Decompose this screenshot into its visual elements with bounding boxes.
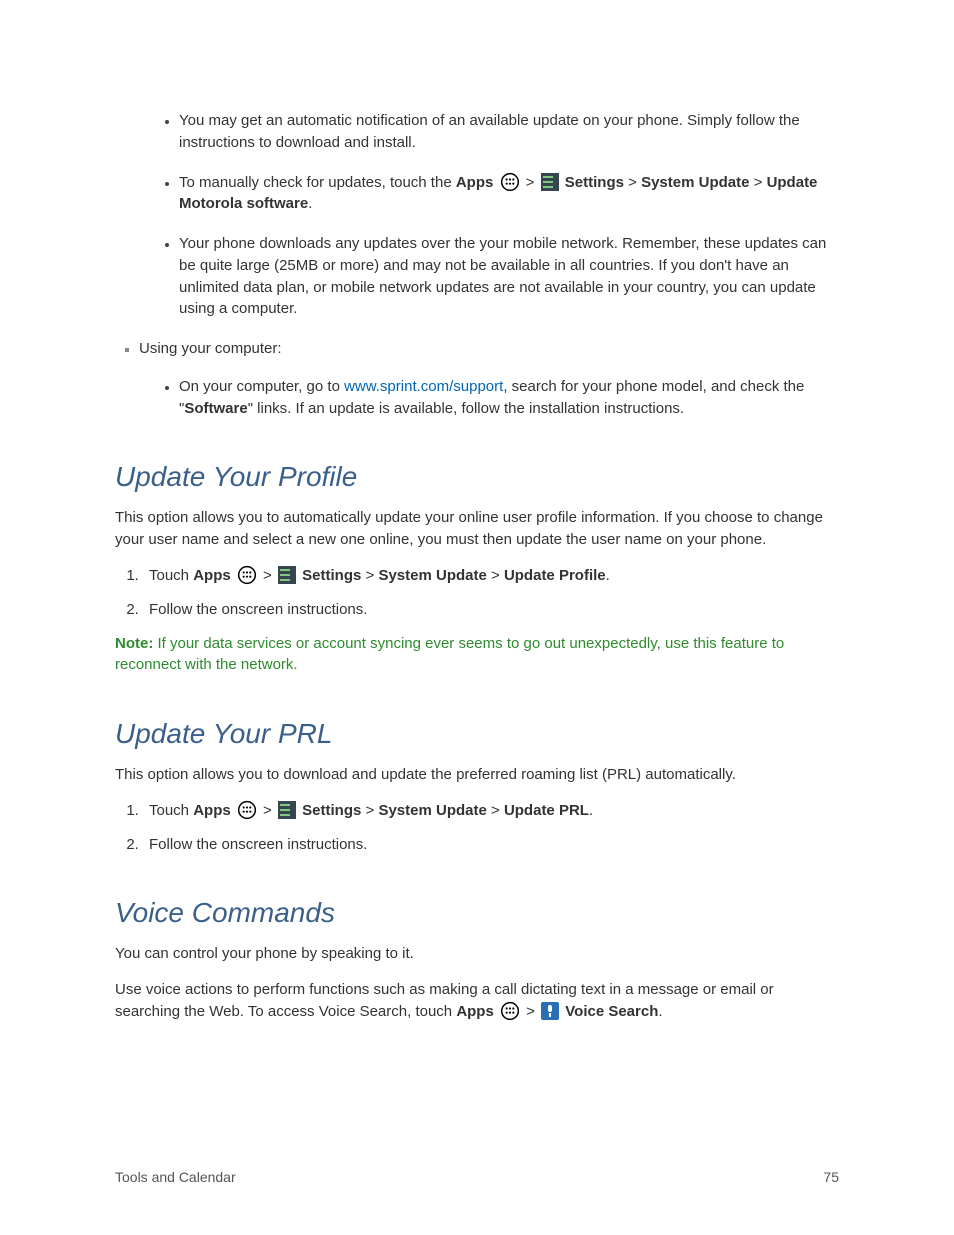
- voice-p2: Use voice actions to perform functions s…: [115, 979, 839, 1023]
- list-item-using-computer: Using your computer: On your computer, g…: [139, 338, 839, 419]
- apps-icon: [500, 1001, 520, 1023]
- computer-sublist: On your computer, go to www.sprint.com/s…: [139, 376, 839, 420]
- bullet-computer-instructions: On your computer, go to www.sprint.com/s…: [179, 376, 839, 420]
- profile-steps: Touch Apps > Settings > System Update > …: [115, 565, 839, 621]
- heading-update-prl: Update Your PRL: [115, 718, 839, 750]
- footer-page-number: 75: [823, 1169, 839, 1185]
- profile-step-1: Touch Apps > Settings > System Update > …: [143, 565, 839, 587]
- settings-icon: [541, 173, 559, 191]
- list-item-using-phone-implied: You may get an automatic notification of…: [115, 110, 839, 320]
- apps-icon: [500, 172, 520, 194]
- prl-description: This option allows you to download and u…: [115, 764, 839, 786]
- bullet-manual-check: To manually check for updates, touch the…: [179, 172, 839, 216]
- document-page: You may get an automatic notification of…: [0, 0, 954, 1235]
- heading-update-profile: Update Your Profile: [115, 461, 839, 493]
- bullet-data-warning: Your phone downloads any updates over th…: [179, 233, 839, 320]
- voice-p1: You can control your phone by speaking t…: [115, 943, 839, 965]
- support-link[interactable]: www.sprint.com/support: [344, 378, 503, 395]
- settings-icon: [278, 801, 296, 819]
- prl-step-1: Touch Apps > Settings > System Update > …: [143, 800, 839, 822]
- microphone-icon: [541, 1002, 559, 1020]
- apps-icon: [237, 565, 257, 587]
- page-footer: Tools and Calendar 75: [115, 1169, 839, 1185]
- heading-voice-commands: Voice Commands: [115, 897, 839, 929]
- bullet-auto-notification: You may get an automatic notification of…: [179, 110, 839, 154]
- profile-note: Note: If your data services or account s…: [115, 633, 839, 677]
- settings-icon: [278, 566, 296, 584]
- prl-step-2: Follow the onscreen instructions.: [143, 834, 839, 856]
- profile-step-2: Follow the onscreen instructions.: [143, 599, 839, 621]
- sub-list: You may get an automatic notification of…: [115, 110, 839, 320]
- profile-description: This option allows you to automatically …: [115, 507, 839, 551]
- apps-icon: [237, 800, 257, 822]
- footer-section: Tools and Calendar: [115, 1169, 236, 1185]
- top-level-list: You may get an automatic notification of…: [115, 110, 839, 419]
- prl-steps: Touch Apps > Settings > System Update > …: [115, 800, 839, 856]
